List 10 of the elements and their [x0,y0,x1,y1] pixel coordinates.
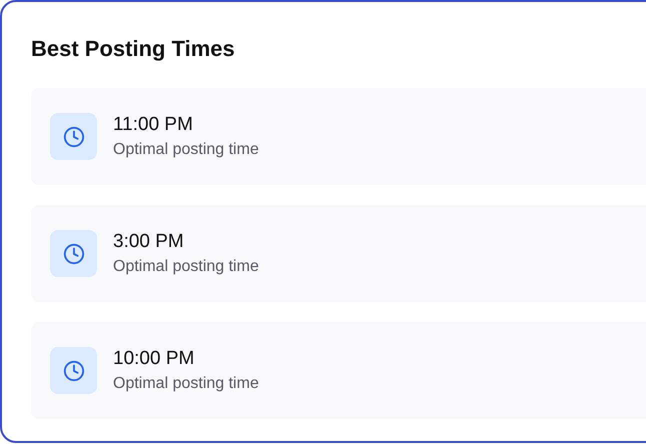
time-description: Optimal posting time [113,374,259,394]
time-description: Optimal posting time [113,257,259,277]
card-title: Best Posting Times [31,35,235,63]
clock-icon [50,230,97,277]
clock-icon [50,113,97,160]
time-description: Optimal posting time [113,140,259,160]
time-label: 11:00 PM [113,113,193,137]
time-label: 3:00 PM [113,230,184,254]
time-label: 10:00 PM [113,347,194,371]
clock-icon [50,347,97,394]
